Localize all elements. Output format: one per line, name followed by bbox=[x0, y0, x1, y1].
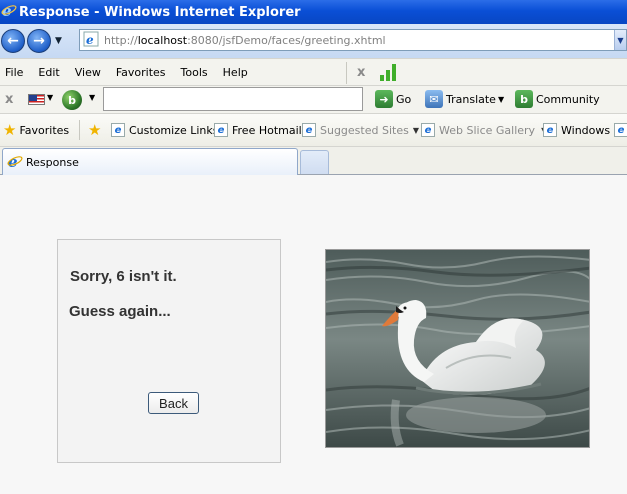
close-toolbar-icon[interactable]: x bbox=[5, 92, 13, 107]
favorite-link-label: Suggested Sites bbox=[320, 123, 409, 137]
url-scheme: http:// bbox=[104, 33, 138, 47]
ie-page-icon: e bbox=[543, 123, 557, 137]
community-icon: b bbox=[515, 90, 533, 108]
menu-bar: File Edit View Favorites Tools Help x bbox=[0, 58, 627, 86]
swan-image bbox=[325, 249, 590, 448]
favorite-link-suggested-sites[interactable]: e Suggested Sites ▼ bbox=[302, 123, 419, 137]
url-host: localhost bbox=[137, 33, 188, 47]
window-title: Response - Windows Internet Explorer bbox=[19, 4, 301, 20]
ie-page-icon: e bbox=[111, 123, 125, 137]
signal-bars-icon bbox=[380, 63, 396, 81]
menu-help[interactable]: Help bbox=[223, 66, 248, 79]
back-button[interactable]: Back bbox=[148, 392, 199, 414]
favorite-link-label: Free Hotmail bbox=[232, 123, 302, 137]
favorite-link-web-slice-gallery[interactable]: e Web Slice Gallery ▼ bbox=[421, 123, 547, 137]
menu-file[interactable]: File bbox=[5, 66, 23, 79]
history-dropdown-icon[interactable]: ▼ bbox=[55, 36, 62, 46]
chevron-down-icon: ▼ bbox=[497, 94, 505, 104]
chevron-down-icon: ▼ bbox=[412, 125, 419, 135]
address-input[interactable]: e http://localhost:8080/jsfDemo/faces/gr… bbox=[79, 29, 627, 51]
page-content: Sorry, 6 isn't it. Guess again... Back bbox=[0, 176, 627, 494]
go-label: Go bbox=[396, 92, 412, 106]
favorites-button[interactable]: ★ Favorites bbox=[3, 123, 69, 138]
favorite-link-hotmail[interactable]: e Free Hotmail bbox=[214, 123, 302, 137]
menu-view[interactable]: View bbox=[75, 66, 101, 79]
addon-toolbar: x ▼ b ▼ ➜ Go ✉ Translate ▼ b Community bbox=[0, 86, 627, 114]
page-icon: e bbox=[83, 31, 99, 50]
back-arrow-icon[interactable]: ← bbox=[1, 29, 25, 53]
favorite-link-label: Customize Links bbox=[129, 123, 219, 137]
svg-text:e: e bbox=[86, 33, 94, 47]
window-title-bar: e Response - Windows Internet Explorer bbox=[0, 0, 627, 24]
close-toolbar-icon[interactable]: x bbox=[357, 65, 365, 80]
favorites-divider bbox=[79, 120, 80, 140]
community-label: Community bbox=[536, 92, 600, 106]
add-favorite-star-icon: ★ bbox=[88, 121, 102, 139]
favorites-label: Favorites bbox=[19, 124, 70, 137]
result-message: Sorry, 6 isn't it. bbox=[70, 268, 177, 285]
community-button[interactable]: b Community bbox=[515, 90, 600, 108]
translate-icon: ✉ bbox=[425, 90, 443, 108]
tab-response[interactable]: e Response bbox=[2, 148, 298, 175]
add-favorite-button[interactable]: ★ bbox=[88, 123, 104, 138]
menu-edit[interactable]: Edit bbox=[38, 66, 59, 79]
chevron-down-icon[interactable]: ▼ bbox=[47, 93, 53, 102]
ie-page-icon: e bbox=[421, 123, 435, 137]
favorite-link-label: Windows bbox=[561, 123, 611, 137]
ie-page-icon: e bbox=[214, 123, 228, 137]
tab-strip: e Response bbox=[0, 147, 627, 175]
star-icon: ★ bbox=[3, 121, 17, 139]
menu-tools[interactable]: Tools bbox=[181, 66, 208, 79]
ie-page-icon: e bbox=[614, 123, 627, 137]
menu-favorites[interactable]: Favorites bbox=[116, 66, 166, 79]
chevron-down-icon[interactable]: ▼ bbox=[89, 93, 95, 102]
tab-label: Response bbox=[26, 155, 79, 169]
toolbar-search-input[interactable] bbox=[103, 87, 363, 111]
go-arrow-icon: ➜ bbox=[375, 90, 393, 108]
globe-icon[interactable]: b bbox=[62, 90, 82, 110]
guess-again-message: Guess again... bbox=[69, 303, 171, 320]
internet-explorer-icon: e bbox=[7, 153, 23, 172]
go-button[interactable]: ➜ Go bbox=[375, 90, 411, 108]
url-path: :8080/jsfDemo/faces/greeting.xhtml bbox=[187, 33, 386, 47]
favorite-link-windows[interactable]: e Windows bbox=[543, 123, 610, 137]
address-bar-row: ← → ▼ e http://localhost:8080/jsfDemo/fa… bbox=[0, 24, 627, 58]
internet-explorer-icon: e bbox=[1, 2, 17, 22]
menu-divider bbox=[346, 62, 347, 84]
ie-page-icon: e bbox=[302, 123, 316, 137]
translate-label: Translate bbox=[446, 92, 496, 106]
us-flag-icon[interactable] bbox=[28, 94, 45, 105]
forward-arrow-icon[interactable]: → bbox=[27, 29, 51, 53]
new-tab-button[interactable] bbox=[300, 150, 329, 174]
address-dropdown-icon[interactable]: ▼ bbox=[614, 30, 626, 50]
favorite-link-label: Web Slice Gallery bbox=[439, 123, 536, 137]
favorites-bar: ★ Favorites ★ e Customize Links e Free H… bbox=[0, 114, 627, 147]
favorite-link-overflow[interactable]: e bbox=[614, 123, 627, 137]
result-panel: Sorry, 6 isn't it. Guess again... Back bbox=[57, 239, 281, 463]
translate-button[interactable]: ✉ Translate ▼ bbox=[425, 90, 504, 108]
favorite-link-customize[interactable]: e Customize Links bbox=[111, 123, 219, 137]
